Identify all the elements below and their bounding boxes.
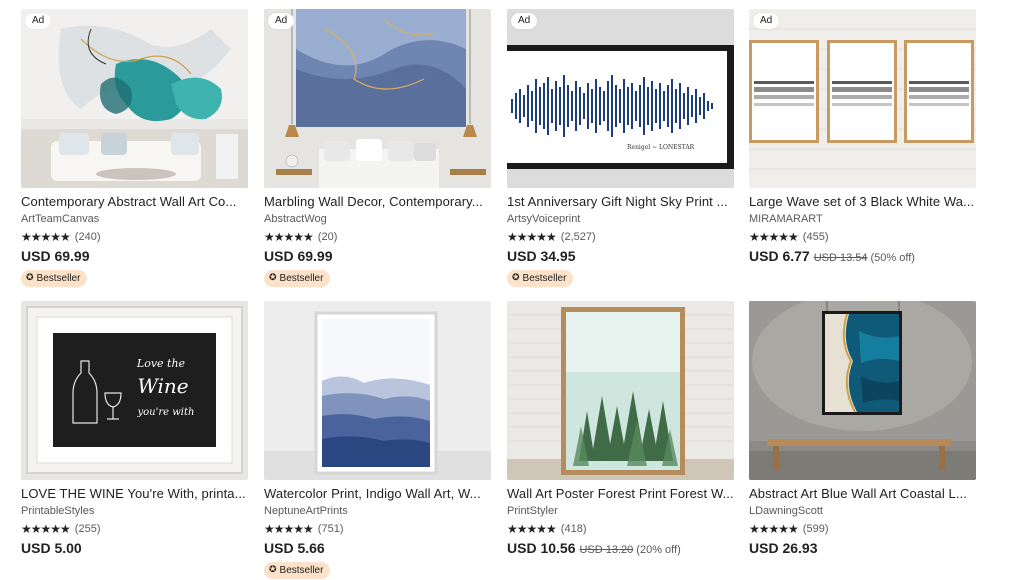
listing-title[interactable]: LOVE THE WINE You're With, printa... bbox=[21, 486, 248, 502]
star-rating-icon: ★★★★★ bbox=[264, 522, 314, 536]
listing-title[interactable]: Large Wave set of 3 Black White Wa... bbox=[749, 194, 976, 210]
print-caption: Renigel ~ LONESTAR bbox=[627, 144, 695, 151]
price: USD 34.95 bbox=[507, 248, 576, 264]
review-count: (751) bbox=[317, 523, 344, 535]
star-rating-icon: ★★★★★ bbox=[749, 230, 799, 244]
listing-card[interactable]: Ad Contemporary Abstract Wall Art Co... … bbox=[21, 9, 248, 299]
shop-name[interactable]: ArtsyVoiceprint bbox=[507, 212, 734, 226]
review-count: (20) bbox=[317, 231, 338, 243]
discount-label: (50% off) bbox=[870, 252, 915, 264]
shop-name[interactable]: PrintableStyles bbox=[21, 504, 248, 518]
listing-image[interactable]: Ad bbox=[264, 9, 491, 188]
listing-image[interactable] bbox=[264, 301, 491, 480]
listing-card[interactable]: Abstract Art Blue Wall Art Coastal L... … bbox=[749, 301, 976, 580]
price-line: USD 5.66 bbox=[264, 540, 491, 557]
review-count: (418) bbox=[560, 523, 587, 535]
review-count: (599) bbox=[802, 523, 829, 535]
listing-image[interactable] bbox=[749, 301, 976, 480]
shop-name[interactable]: LDawningScott bbox=[749, 504, 976, 518]
bestseller-badge: ✪ Bestseller bbox=[507, 270, 574, 287]
listing-image[interactable]: Renigel ~ LONESTAR Ad bbox=[507, 9, 734, 188]
listing-title[interactable]: Marbling Wall Decor, Contemporary... bbox=[264, 194, 491, 210]
ad-badge: Ad bbox=[753, 13, 780, 29]
price: USD 26.93 bbox=[749, 540, 818, 556]
listing-card[interactable]: Ad Marbling Wall Decor, Contemporary... … bbox=[264, 9, 491, 299]
price-line: USD 69.99 bbox=[264, 248, 491, 265]
price: USD 6.77 bbox=[749, 248, 810, 264]
rating: ★★★★★ (20) bbox=[264, 230, 491, 244]
listing-image[interactable] bbox=[507, 301, 734, 480]
shop-name[interactable]: AbstractWog bbox=[264, 212, 491, 226]
bestseller-label: Bestseller bbox=[522, 273, 567, 284]
review-count: (240) bbox=[74, 231, 101, 243]
original-price: USD 13.20 bbox=[579, 544, 634, 556]
price: USD 69.99 bbox=[21, 248, 90, 264]
rating: ★★★★★ (418) bbox=[507, 522, 734, 536]
star-rating-icon: ★★★★★ bbox=[749, 522, 799, 536]
listing-title[interactable]: Abstract Art Blue Wall Art Coastal L... bbox=[749, 486, 976, 502]
price-line: USD 26.93 bbox=[749, 540, 976, 557]
bestseller-badge: ✪ Bestseller bbox=[264, 270, 331, 287]
rating: ★★★★★ (599) bbox=[749, 522, 976, 536]
ad-badge: Ad bbox=[268, 13, 295, 29]
price-line: USD 69.99 bbox=[21, 248, 248, 265]
price: USD 10.56 bbox=[507, 540, 576, 556]
listing-card[interactable]: Wall Art Poster Forest Print Forest W...… bbox=[507, 301, 734, 580]
star-rating-icon: ★★★★★ bbox=[507, 230, 557, 244]
star-rating-icon: ★★★★★ bbox=[21, 522, 71, 536]
listing-grid: Ad Contemporary Abstract Wall Art Co... … bbox=[21, 9, 976, 580]
shop-name[interactable]: MIRAMARART bbox=[749, 212, 976, 226]
print-text-line: Wine bbox=[137, 374, 188, 398]
listing-row: Love the Wine you're with LOVE THE WINE … bbox=[21, 301, 976, 580]
ad-badge: Ad bbox=[25, 13, 52, 29]
price: USD 5.66 bbox=[264, 540, 325, 556]
price: USD 69.99 bbox=[264, 248, 333, 264]
listing-image[interactable]: Ad bbox=[21, 9, 248, 188]
medal-icon: ✪ bbox=[26, 273, 34, 283]
print-text-line: you're with bbox=[137, 407, 195, 418]
bestseller-badge: ✪ Bestseller bbox=[21, 270, 88, 287]
price-line: USD 6.77 USD 13.54 (50% off) bbox=[749, 248, 976, 265]
listing-card[interactable]: Ad Large Wave set of 3 Black White Wa...… bbox=[749, 9, 976, 299]
rating: ★★★★★ (455) bbox=[749, 230, 976, 244]
medal-icon: ✪ bbox=[269, 273, 277, 283]
shop-name[interactable]: ArtTeamCanvas bbox=[21, 212, 248, 226]
listing-row: Ad Contemporary Abstract Wall Art Co... … bbox=[21, 9, 976, 301]
price-line: USD 10.56 USD 13.20 (20% off) bbox=[507, 540, 734, 557]
rating: ★★★★★ (255) bbox=[21, 522, 248, 536]
rating: ★★★★★ (240) bbox=[21, 230, 248, 244]
shop-name[interactable]: PrintStyler bbox=[507, 504, 734, 518]
review-count: (2,527) bbox=[560, 231, 596, 243]
ad-badge: Ad bbox=[511, 13, 538, 29]
star-rating-icon: ★★★★★ bbox=[21, 230, 71, 244]
listing-title[interactable]: Watercolor Print, Indigo Wall Art, W... bbox=[264, 486, 491, 502]
bestseller-label: Bestseller bbox=[279, 565, 324, 576]
price: USD 5.00 bbox=[21, 540, 82, 556]
listing-image[interactable]: Love the Wine you're with bbox=[21, 301, 248, 480]
review-count: (255) bbox=[74, 523, 101, 535]
medal-icon: ✪ bbox=[512, 273, 520, 283]
original-price: USD 13.54 bbox=[813, 252, 868, 264]
review-count: (455) bbox=[802, 231, 829, 243]
bestseller-label: Bestseller bbox=[279, 273, 324, 284]
listing-card[interactable]: Renigel ~ LONESTAR Ad 1st Anniversary Gi… bbox=[507, 9, 734, 299]
rating: ★★★★★ (751) bbox=[264, 522, 491, 536]
discount-label: (20% off) bbox=[636, 544, 681, 556]
listing-card[interactable]: Watercolor Print, Indigo Wall Art, W... … bbox=[264, 301, 491, 580]
price-line: USD 34.95 bbox=[507, 248, 734, 265]
star-rating-icon: ★★★★★ bbox=[507, 522, 557, 536]
listing-title[interactable]: 1st Anniversary Gift Night Sky Print ... bbox=[507, 194, 734, 210]
print-text-line: Love the bbox=[136, 357, 186, 370]
shop-name[interactable]: NeptuneArtPrints bbox=[264, 504, 491, 518]
listing-card[interactable]: Love the Wine you're with LOVE THE WINE … bbox=[21, 301, 248, 580]
bestseller-label: Bestseller bbox=[36, 273, 81, 284]
listing-title[interactable]: Wall Art Poster Forest Print Forest W... bbox=[507, 486, 734, 502]
medal-icon: ✪ bbox=[269, 565, 277, 575]
listing-title[interactable]: Contemporary Abstract Wall Art Co... bbox=[21, 194, 248, 210]
listing-image[interactable]: Ad bbox=[749, 9, 976, 188]
price-line: USD 5.00 bbox=[21, 540, 248, 557]
rating: ★★★★★ (2,527) bbox=[507, 230, 734, 244]
star-rating-icon: ★★★★★ bbox=[264, 230, 314, 244]
bestseller-badge: ✪ Bestseller bbox=[264, 562, 331, 579]
